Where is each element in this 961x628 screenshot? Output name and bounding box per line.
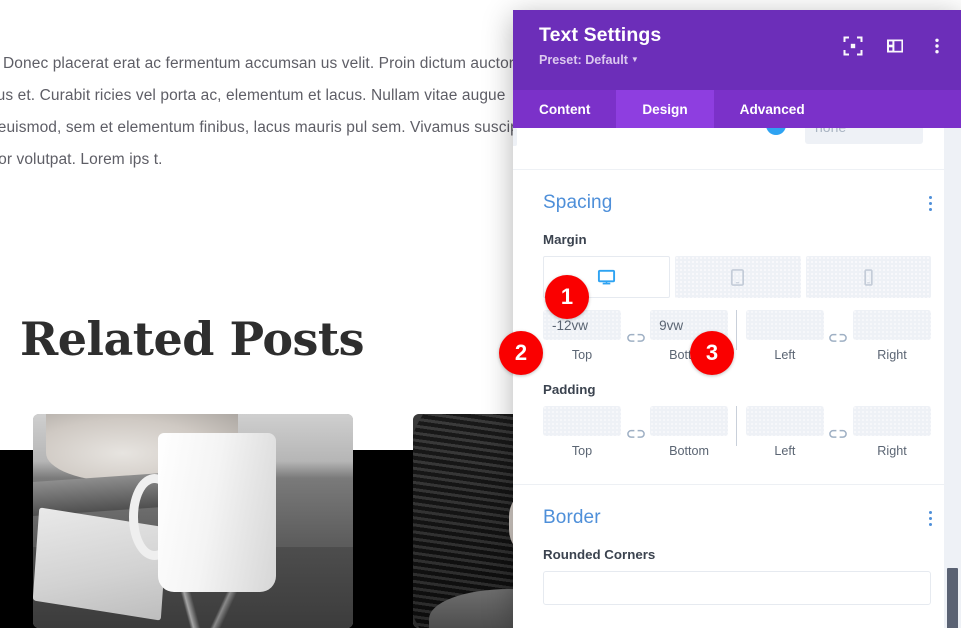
tab-content[interactable]: Content bbox=[513, 90, 616, 128]
text-settings-modal: Text Settings Preset: Default ▼ Content … bbox=[513, 10, 961, 628]
tablet-icon bbox=[731, 268, 745, 286]
related-posts-heading: Related Posts bbox=[20, 312, 365, 366]
padding-right-caption: Right bbox=[877, 444, 907, 458]
border-section-menu-icon[interactable] bbox=[923, 511, 937, 527]
padding-left-cell: Left bbox=[745, 406, 824, 458]
padding-left-caption: Left bbox=[774, 444, 796, 458]
margin-leftright-link-icon[interactable] bbox=[824, 327, 853, 345]
padding-top-input[interactable] bbox=[543, 406, 621, 436]
modal-header: Text Settings Preset: Default ▼ bbox=[513, 10, 961, 90]
padding-right-cell: Right bbox=[853, 406, 931, 458]
padding-bottom-cell: Bottom bbox=[650, 406, 729, 458]
padding-leftright-link-icon[interactable] bbox=[824, 423, 853, 441]
margin-right-input[interactable] bbox=[853, 310, 931, 340]
callout-badge-3: 3 bbox=[690, 331, 734, 375]
option-slider-knob[interactable] bbox=[766, 128, 786, 135]
margin-right-cell: Right bbox=[853, 310, 931, 362]
broken-link-icon bbox=[626, 333, 645, 342]
partially-visible-option-row: none bbox=[513, 128, 961, 170]
padding-top-caption: Top bbox=[571, 444, 593, 458]
padding-bottom-input[interactable] bbox=[650, 406, 729, 436]
padding-label: Padding bbox=[543, 382, 596, 397]
screenshot-root: vinar dapibus sapien. Donec placerat era… bbox=[0, 0, 961, 628]
margin-left-caption: Left bbox=[774, 348, 796, 362]
desktop-icon bbox=[598, 269, 616, 284]
border-section-title: Border bbox=[543, 507, 601, 528]
callout-badge-1: 1 bbox=[545, 275, 589, 319]
margin-top-cell: Top bbox=[543, 310, 621, 362]
modal-scrollbar-track[interactable] bbox=[944, 128, 961, 628]
padding-left-input[interactable] bbox=[745, 406, 824, 436]
spacing-section-menu-icon[interactable] bbox=[923, 196, 937, 212]
margin-fields-row: Top Bottom Left bbox=[543, 310, 931, 362]
related-post-thumbnail-1[interactable] bbox=[33, 414, 353, 628]
vertical-dots-menu-icon[interactable] bbox=[927, 36, 947, 56]
margin-right-caption: Right bbox=[877, 348, 907, 362]
padding-bottom-caption: Bottom bbox=[669, 444, 710, 458]
panel-layout-icon[interactable] bbox=[885, 36, 905, 56]
rounded-corners-label: Rounded Corners bbox=[543, 547, 656, 562]
broken-link-icon bbox=[829, 333, 848, 342]
margin-device-tabs bbox=[543, 256, 931, 298]
margin-left-input[interactable] bbox=[745, 310, 824, 340]
margin-label: Margin bbox=[543, 232, 587, 247]
broken-link-icon bbox=[626, 429, 645, 438]
post-body-text: vinar dapibus sapien. Donec placerat era… bbox=[0, 55, 539, 168]
margin-top-caption: Top bbox=[571, 348, 593, 362]
padding-topbottom-link-icon[interactable] bbox=[621, 423, 650, 441]
spacing-section-title: Spacing bbox=[543, 192, 613, 213]
broken-link-icon bbox=[829, 429, 848, 438]
option-value-field[interactable]: none bbox=[805, 128, 923, 144]
modal-tab-bar: Content Design Advanced bbox=[513, 90, 961, 128]
margin-left-cell: Left bbox=[745, 310, 824, 362]
device-tab-tablet[interactable] bbox=[675, 256, 801, 298]
chevron-down-icon: ▼ bbox=[630, 55, 639, 64]
preset-label: Preset: Default bbox=[539, 53, 628, 67]
phone-icon bbox=[864, 268, 873, 286]
modal-header-icons bbox=[843, 36, 947, 56]
tab-advanced[interactable]: Advanced bbox=[714, 90, 831, 128]
modal-scroll-area: none Spacing Margin bbox=[513, 128, 961, 628]
callout-badge-2: 2 bbox=[499, 331, 543, 375]
device-tab-phone[interactable] bbox=[805, 256, 931, 298]
padding-top-cell: Top bbox=[543, 406, 621, 458]
padding-group-divider bbox=[736, 406, 737, 446]
tab-design[interactable]: Design bbox=[616, 90, 714, 128]
margin-topbottom-link-icon[interactable] bbox=[621, 327, 650, 345]
padding-right-input[interactable] bbox=[853, 406, 931, 436]
padding-fields-row: Top Bottom Left Right bbox=[543, 406, 931, 458]
focus-frame-icon[interactable] bbox=[843, 36, 863, 56]
mug-photo bbox=[33, 414, 353, 628]
cut-row-left-stub bbox=[513, 128, 517, 146]
margin-group-divider bbox=[736, 310, 737, 350]
rounded-corners-control[interactable] bbox=[543, 571, 931, 605]
border-section: Border Rounded Corners bbox=[513, 485, 961, 605]
modal-scrollbar-thumb[interactable] bbox=[947, 568, 958, 628]
